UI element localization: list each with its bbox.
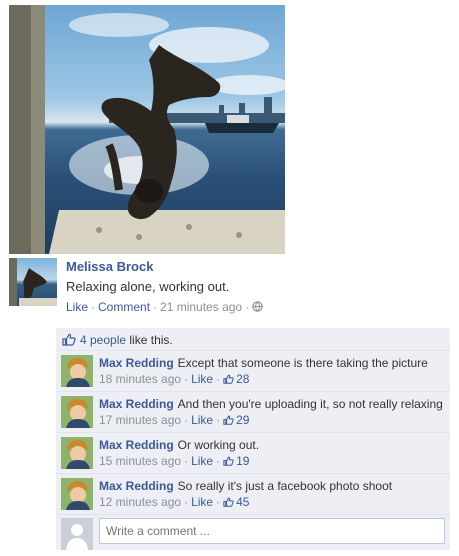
thumbnail-image [9,258,57,306]
avatar[interactable] [61,396,93,428]
separator: · [153,300,158,314]
likes-suffix: like this. [129,333,173,347]
current-user-avatar [61,518,93,550]
like-count-value: 19 [236,454,250,468]
comment-body: Max Redding Except that someone is there … [99,356,428,370]
comment-time[interactable]: 18 minutes ago [99,372,181,386]
likes-summary: 4 people like this. [56,328,450,351]
separator: · [245,300,250,314]
comment-meta: 12 minutes ago · Like · 45 [99,495,249,509]
post-author[interactable]: Melissa Brock [66,259,153,274]
separator: · [184,495,189,509]
separator: · [184,372,189,386]
avatar[interactable] [61,478,93,510]
thumbs-up-icon [223,374,234,384]
separator: · [216,413,221,427]
comment-author[interactable]: Max Redding [99,356,174,370]
comment-author[interactable]: Max Redding [99,397,174,411]
avatar[interactable] [61,437,93,469]
post-photo[interactable] [9,5,285,254]
like-count-value: 28 [236,372,250,386]
separator: · [216,454,221,468]
comment-link[interactable]: Comment [98,300,150,314]
separator: · [216,495,221,509]
comment-like-count[interactable]: 45 [223,495,249,509]
separator: · [184,413,189,427]
like-link[interactable]: Like [66,300,88,314]
comment-time[interactable]: 15 minutes ago [99,454,181,468]
comment-body: Max Redding So really it's just a faceboo… [99,479,392,493]
comment-text: Or working out. [177,438,260,452]
comment-time[interactable]: 12 minutes ago [99,495,181,509]
comment-author[interactable]: Max Redding [99,479,174,493]
thumbs-up-icon [223,497,234,507]
comment-like-link[interactable]: Like [191,413,213,427]
post-meta: Like · Comment · 21 minutes ago · [66,300,263,314]
post-status: Relaxing alone, working out. [66,279,230,294]
comment-item: Max Redding Except that someone is there … [56,351,450,392]
comment-item: Max Redding And then you're uploading it,… [56,392,450,433]
photo-illustration [9,5,285,254]
comment-author[interactable]: Max Redding [99,438,174,452]
separator: · [91,300,96,314]
comment-meta: 18 minutes ago · Like · 28 [99,372,249,386]
thumbs-up-icon [62,333,76,349]
like-count-value: 45 [236,495,250,509]
comment-like-link[interactable]: Like [191,372,213,386]
write-comment-row [56,514,450,550]
comment-text: And then you're uploading it, so not rea… [177,397,443,411]
comment-body: Max Redding And then you're uploading it,… [99,397,443,411]
comment-body: Max Redding Or working out. [99,438,259,452]
comment-input[interactable] [99,518,445,544]
comment-meta: 17 minutes ago · Like · 29 [99,413,249,427]
separator: · [184,454,189,468]
post-thumbnail[interactable] [9,258,57,306]
comment-like-link[interactable]: Like [191,454,213,468]
avatar[interactable] [61,355,93,387]
likes-text: 4 people like this. [80,333,173,347]
comment-item: Max Redding Or working out. 15 minutes ag… [56,433,450,474]
globe-icon[interactable] [252,300,263,314]
comment-text: Except that someone is there taking the … [177,356,428,370]
comment-like-count[interactable]: 19 [223,454,249,468]
post-time[interactable]: 21 minutes ago [160,300,242,314]
comment-item: Max Redding So really it's just a faceboo… [56,474,450,515]
separator: · [216,372,221,386]
comment-like-count[interactable]: 29 [223,413,249,427]
comment-meta: 15 minutes ago · Like · 19 [99,454,249,468]
comment-like-link[interactable]: Like [191,495,213,509]
comment-time[interactable]: 17 minutes ago [99,413,181,427]
comment-text: So really it's just a facebook photo sho… [177,479,393,493]
thumbs-up-icon [223,456,234,466]
comments-section: 4 people like this. Max Redding Except th… [56,328,450,550]
like-count-value: 29 [236,413,250,427]
thumbs-up-icon [223,415,234,425]
likes-count-link[interactable]: 4 people [80,333,126,347]
comment-like-count[interactable]: 28 [223,372,249,386]
